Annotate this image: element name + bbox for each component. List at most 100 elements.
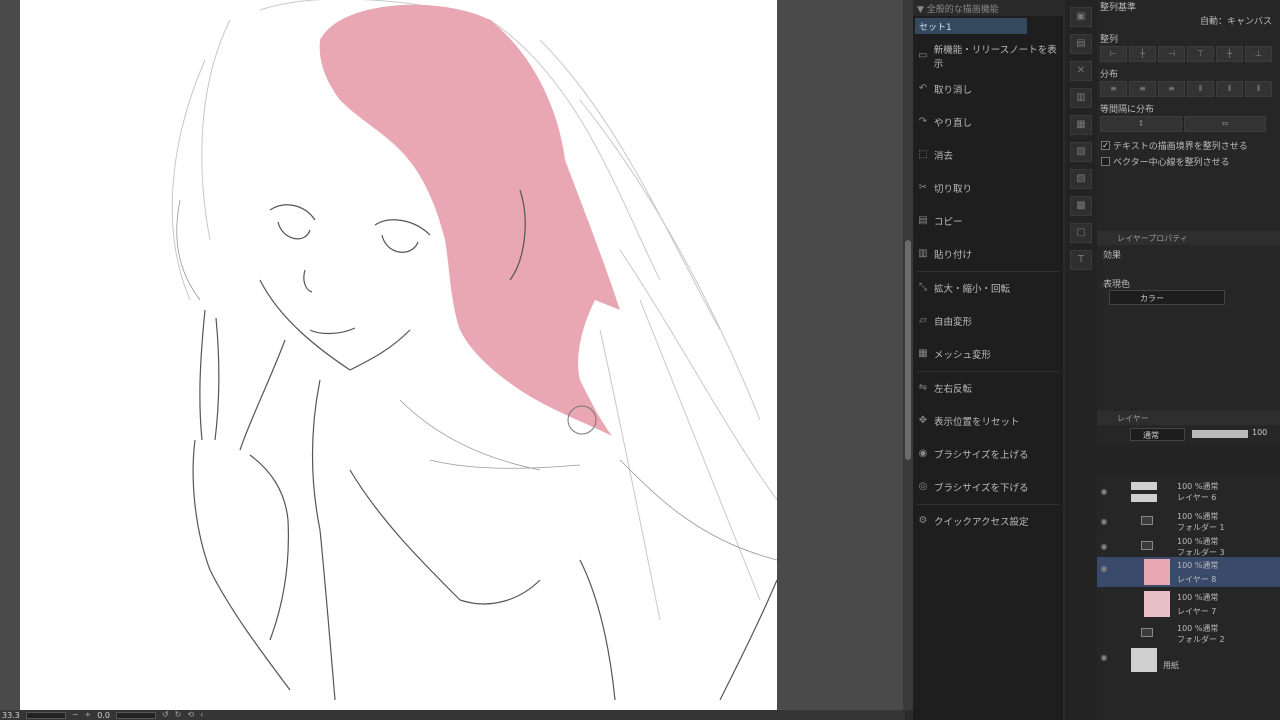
qa-brush-size-down[interactable]: ◎ ブラシサイズを下げる <box>913 471 1063 504</box>
canvas-vertical-scrollbar[interactable] <box>903 0 913 710</box>
qa-redo[interactable]: ↷ やり直し <box>913 106 1063 139</box>
tool-icon[interactable]: ▤ <box>1070 34 1092 54</box>
folder-row[interactable]: ◉ 100 %通常 フォルダー 1 <box>1097 510 1280 534</box>
opacity-value[interactable]: 100 <box>1252 428 1267 437</box>
align-center-h-icon[interactable]: ┼ <box>1129 46 1156 62</box>
hair-color-fill <box>319 4 620 437</box>
qa-reset-view[interactable]: ✥ 表示位置をリセット <box>913 405 1063 438</box>
qa-brush-size-up[interactable]: ◉ ブラシサイズを上げる <box>913 438 1063 471</box>
rotate-left-icon[interactable]: ↺ <box>162 711 169 719</box>
effect-label: 効果 <box>1103 251 1122 261</box>
free-transform-icon: ▱ <box>919 315 927 326</box>
qa-flip-horizontal[interactable]: ⇋ 左右反転 <box>913 372 1063 405</box>
qa-clear[interactable]: ⬚ 消去 <box>913 139 1063 172</box>
tool-icon[interactable]: ▢ <box>1070 223 1092 243</box>
qa-paste[interactable]: ▥ 貼り付け <box>913 238 1063 271</box>
distribute-middle-icon[interactable]: ≡ <box>1129 81 1156 97</box>
layer-row[interactable]: 100 %通常 レイヤー 7 <box>1097 589 1280 619</box>
align-top-icon[interactable]: ⊤ <box>1187 46 1214 62</box>
eye-icon[interactable]: ◉ <box>1099 517 1109 527</box>
layer-property-title[interactable]: レイヤープロパティ <box>1097 231 1280 245</box>
distribute-right-icon[interactable]: ⦀ <box>1245 81 1272 97</box>
layer-thumbnail <box>1144 559 1170 585</box>
settings-icon: ⚙ <box>918 515 928 526</box>
tool-icon[interactable]: ▩ <box>1070 196 1092 216</box>
alignment-basis-value[interactable]: 自動：キャンバス <box>1200 14 1272 27</box>
tool-icon[interactable]: T <box>1070 250 1092 270</box>
tool-icon[interactable]: ▦ <box>1070 115 1092 135</box>
zoom-in-icon[interactable]: + <box>85 711 92 719</box>
layer-toolbar <box>1097 444 1280 476</box>
folder-row[interactable]: ◉ 100 %通常 フォルダー 3 <box>1097 535 1280 559</box>
canvas-area[interactable] <box>0 0 905 710</box>
checkbox-unchecked[interactable] <box>1101 157 1110 166</box>
qa-free-transform[interactable]: ▱ 自由変形 <box>913 305 1063 338</box>
copy-icon: ▤ <box>918 215 928 226</box>
align-bottom-icon[interactable]: ⊥ <box>1245 46 1272 62</box>
transform-icon: ⤡ <box>919 282 927 293</box>
align-left-icon[interactable]: ⊢ <box>1100 46 1127 62</box>
layer-panel-title[interactable]: レイヤー <box>1097 411 1280 425</box>
clear-icon: ⬚ <box>918 149 928 160</box>
folder-row[interactable]: 100 %通常 フォルダー 2 <box>1097 622 1280 646</box>
mesh-icon: ▦ <box>918 348 928 359</box>
layer-row[interactable]: ◉ 100 %通常 レイヤー 6 <box>1097 480 1280 504</box>
eye-icon[interactable]: ◉ <box>1099 564 1109 574</box>
qa-mesh-transform[interactable]: ▦ メッシュ変形 <box>913 338 1063 371</box>
tool-icon[interactable]: ▣ <box>1070 7 1092 27</box>
scroll-thumb[interactable] <box>905 240 911 460</box>
opacity-slider[interactable] <box>1192 430 1248 438</box>
reset-view-icon: ✥ <box>918 415 928 426</box>
eye-icon[interactable]: ◉ <box>1099 653 1109 663</box>
qa-settings[interactable]: ⚙ クイックアクセス設定 <box>913 505 1063 538</box>
rotate-right-icon[interactable]: ↻ <box>175 711 182 719</box>
eye-icon[interactable]: ◉ <box>1099 487 1109 497</box>
align-center-v-icon[interactable]: ┼ <box>1216 46 1243 62</box>
zoom-value[interactable]: 33.3 <box>2 711 20 720</box>
tool-icon[interactable]: ✕ <box>1070 61 1092 81</box>
layer-thumbnail <box>1131 494 1157 502</box>
zoom-slider[interactable] <box>25 711 66 719</box>
align-right-icon[interactable]: ⊣ <box>1158 46 1185 62</box>
distribute-left-icon[interactable]: ⦀ <box>1187 81 1214 97</box>
blend-mode-select[interactable]: 通常 <box>1130 428 1185 441</box>
layer-row-selected[interactable]: ◉ 100 %通常 レイヤー 8 <box>1097 557 1280 587</box>
brush-up-icon: ◉ <box>918 448 928 459</box>
distribute-center-icon[interactable]: ⦀ <box>1216 81 1243 97</box>
layer-thumbnail <box>1131 482 1157 490</box>
sketch-artwork <box>171 0 777 701</box>
qa-scale-rotate[interactable]: ⤡ 拡大・縮小・回転 <box>913 272 1063 305</box>
qa-copy[interactable]: ▤ コピー <box>913 205 1063 238</box>
eye-icon[interactable]: ◉ <box>1099 542 1109 552</box>
display-color-select[interactable]: カラー <box>1109 290 1225 305</box>
distribute-top-icon[interactable]: ≡ <box>1100 81 1127 97</box>
check-text-bounds[interactable]: ✓ テキストの描画境界を整列させる <box>1101 139 1248 152</box>
quick-access-set-tab[interactable]: セット1 <box>915 18 1027 34</box>
qa-release-notes[interactable]: ▭ 新機能・リリースノートを表示 <box>913 40 1063 73</box>
rotation-slider[interactable] <box>115 711 156 719</box>
equal-spacing-h-icon[interactable]: ⇔ <box>1184 116 1266 132</box>
flip-icon[interactable]: ‹ <box>200 711 203 719</box>
distribute-bottom-icon[interactable]: ≡ <box>1158 81 1185 97</box>
canvas-status-bar: 33.3 − + 0.0 ↺ ↻ ⟲ ‹ <box>0 710 905 720</box>
tool-icon[interactable]: ▧ <box>1070 142 1092 162</box>
checkbox-checked[interactable]: ✓ <box>1101 141 1110 150</box>
alignment-basis-label: 整列基準 <box>1100 3 1137 13</box>
paper-layer-row[interactable]: ◉ 用紙 <box>1097 646 1280 674</box>
distribute-label: 分布 <box>1100 70 1119 80</box>
angle-value[interactable]: 0.0 <box>97 711 110 720</box>
qa-cut[interactable]: ✂ 切り取り <box>913 172 1063 205</box>
tool-icon[interactable]: ▨ <box>1070 169 1092 189</box>
reset-rotation-icon[interactable]: ⟲ <box>187 711 194 719</box>
zoom-out-icon[interactable]: − <box>72 711 79 719</box>
quick-access-panel: ▼ 全般的な描画機能 セット1 ▭ 新機能・リリースノートを表示 ↶ 取り消し ↷ や… <box>913 0 1063 720</box>
info-icon: ▭ <box>918 50 928 61</box>
display-color-label: 表現色 <box>1103 280 1131 290</box>
tool-icon[interactable]: ▥ <box>1070 88 1092 108</box>
drawing-canvas[interactable] <box>20 0 777 710</box>
equal-spacing-v-icon[interactable]: ⇕ <box>1100 116 1182 132</box>
scissors-icon: ✂ <box>918 182 928 193</box>
qa-undo[interactable]: ↶ 取り消し <box>913 73 1063 106</box>
quick-access-header[interactable]: ▼ 全般的な描画機能 <box>913 0 1063 16</box>
check-vector-center[interactable]: ベクター中心線を整列させる <box>1101 155 1230 168</box>
